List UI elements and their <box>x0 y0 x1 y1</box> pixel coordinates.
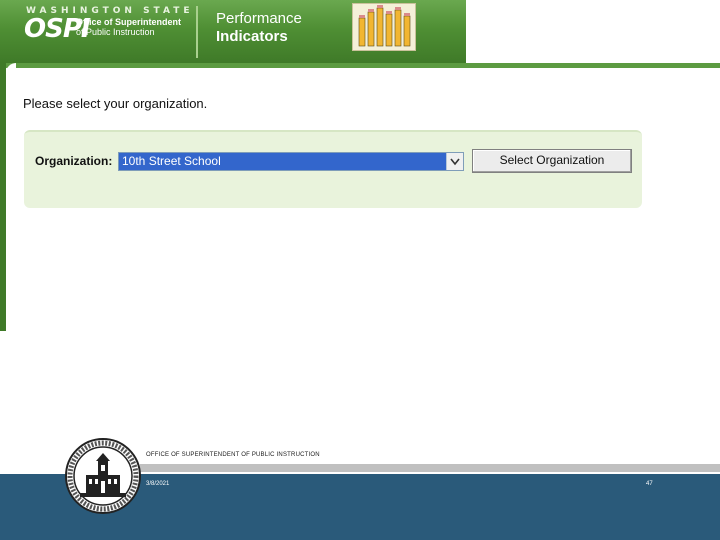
footer-divider <box>140 464 720 472</box>
left-rail <box>0 63 6 331</box>
pencils-icon <box>352 3 416 51</box>
organization-label: Organization: <box>35 154 113 168</box>
footer-office-name: OFFICE OF SUPERINTENDENT OF PUBLIC INSTR… <box>146 452 320 458</box>
app-title-line1: Performance <box>216 10 302 27</box>
office-name-line2: of Public Instruction <box>76 27 155 37</box>
state-seal-icon <box>64 437 142 515</box>
organization-panel: Organization: 10th Street School Select … <box>24 130 642 208</box>
page-prompt: Please select your organization. <box>23 96 208 111</box>
header-banner: WASHINGTON STATE OSPI Office of Superint… <box>0 0 466 63</box>
select-organization-button[interactable]: Select Organization <box>472 149 632 173</box>
page-number: 47 <box>646 481 653 487</box>
organization-select[interactable]: 10th Street School <box>118 152 464 171</box>
chevron-down-icon[interactable] <box>446 153 463 170</box>
content-top-edge <box>6 63 720 68</box>
header-blank <box>466 0 720 63</box>
header-divider <box>196 6 198 58</box>
organization-select-value: 10th Street School <box>122 154 221 168</box>
footer-date: 3/8/2021 <box>146 481 170 487</box>
office-name-line1: Office of Superintendent <box>76 17 182 27</box>
app-title-line2: Indicators <box>216 28 288 45</box>
